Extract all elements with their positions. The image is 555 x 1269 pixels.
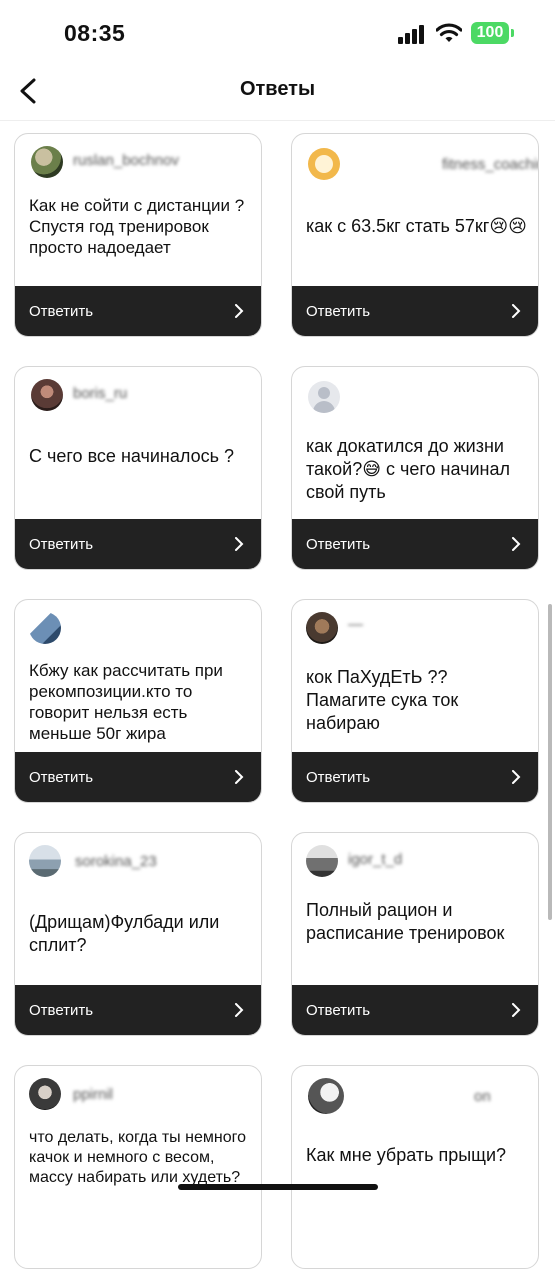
- avatar-head: [318, 387, 330, 399]
- question-card: Кбжу как рассчитать при рекомпозиции.кто…: [14, 599, 262, 803]
- question-text: Как мне убрать прыщи?: [306, 1145, 507, 1165]
- question-text: Полный рацион и расписание тренировок: [306, 900, 505, 943]
- username: sorokina_23: [75, 853, 157, 870]
- question-card: boris_ru С чего все начиналось ? Ответит…: [14, 366, 262, 570]
- reply-label: Ответить: [306, 535, 371, 553]
- question-card: fitness_coaching как с 63.5кг стать 57кг…: [291, 133, 539, 337]
- reply-label: Ответить: [29, 302, 94, 320]
- chevron-right-icon: [512, 770, 521, 784]
- reply-button[interactable]: Ответить: [15, 752, 261, 802]
- username: ruslan_bochnov: [73, 152, 179, 169]
- avatar: [308, 148, 340, 180]
- battery-level: 100: [476, 24, 504, 41]
- username: on: [474, 1088, 491, 1105]
- status-bar: 08:35 100: [0, 0, 555, 62]
- reply-button[interactable]: Ответить: [15, 985, 261, 1035]
- question-text: как докатился до жизни такой?😅 с чего на…: [306, 436, 510, 502]
- question-text: как с 63.5кг стать 57кг😢😢: [306, 216, 527, 236]
- question-card: ruslan_bochnov Как не сойти с дистанции …: [14, 133, 262, 337]
- avatar-body: [313, 401, 335, 413]
- avatar: [306, 845, 338, 877]
- question-card: igor_t_d Полный рацион и расписание трен…: [291, 832, 539, 1036]
- question-card: — кок ПаХудЕтЬ ?? Памагите сука ток наби…: [291, 599, 539, 803]
- chevron-right-icon: [512, 537, 521, 551]
- avatar-placeholder: [308, 381, 340, 413]
- question-text: Как не сойти с дистанции ? Спустя год тр…: [29, 196, 245, 257]
- chevron-right-icon: [512, 1003, 521, 1017]
- question-text: Кбжу как рассчитать при рекомпозиции.кто…: [29, 661, 223, 743]
- username: —: [348, 616, 363, 633]
- home-indicator[interactable]: [178, 1184, 378, 1190]
- reply-label: Ответить: [29, 768, 94, 786]
- reply-label: Ответить: [306, 1001, 371, 1019]
- avatar: [29, 1078, 61, 1110]
- reply-label: Ответить: [306, 302, 371, 320]
- reply-label: Ответить: [29, 535, 94, 553]
- reply-button[interactable]: Ответить: [292, 985, 538, 1035]
- nav-header: Ответы: [0, 62, 555, 121]
- reply-button[interactable]: Ответить: [292, 286, 538, 336]
- chevron-right-icon: [235, 1003, 244, 1017]
- page-title: Ответы: [239, 78, 316, 100]
- question-text: кок ПаХудЕтЬ ?? Памагите сука ток набира…: [306, 667, 459, 733]
- battery-tip: [511, 29, 514, 37]
- username: fitness_coaching: [442, 156, 538, 173]
- cellular-signal-icon: [398, 24, 426, 44]
- avatar: [31, 379, 63, 411]
- battery-icon: 100: [471, 22, 509, 44]
- avatar: [29, 612, 61, 644]
- avatar: [306, 612, 338, 644]
- username: boris_ru: [73, 385, 128, 402]
- reply-button[interactable]: Ответить: [15, 286, 261, 336]
- chevron-right-icon: [235, 537, 244, 551]
- question-card: ppirnil что делать, когда ты немного кач…: [14, 1065, 262, 1269]
- reply-button[interactable]: Ответить: [292, 519, 538, 569]
- status-time: 08:35: [64, 20, 126, 46]
- question-card: sorokina_23 (Дрищам)Фулбади или сплит? О…: [14, 832, 262, 1036]
- question-text: что делать, когда ты немного качок и нем…: [29, 1129, 246, 1186]
- chevron-right-icon: [512, 304, 521, 318]
- avatar: [29, 845, 61, 877]
- avatar: [308, 1078, 344, 1114]
- wifi-icon: [436, 23, 462, 42]
- reply-label: Ответить: [29, 1001, 94, 1019]
- chevron-right-icon: [235, 304, 244, 318]
- avatar: [31, 146, 63, 178]
- chevron-right-icon: [235, 770, 244, 784]
- question-text: (Дрищам)Фулбади или сплит?: [29, 912, 220, 955]
- reply-label: Ответить: [306, 768, 371, 786]
- question-card: как докатился до жизни такой?😅 с чего на…: [291, 366, 539, 570]
- reply-button[interactable]: Ответить: [292, 752, 538, 802]
- scrollbar[interactable]: [548, 604, 552, 920]
- reply-button[interactable]: Ответить: [15, 519, 261, 569]
- username: igor_t_d: [348, 851, 403, 868]
- question-card: on Как мне убрать прыщи?: [291, 1065, 539, 1269]
- avatar-face: [315, 155, 333, 173]
- question-text: С чего все начиналось ?: [29, 446, 234, 466]
- username: ppirnil: [73, 1086, 114, 1103]
